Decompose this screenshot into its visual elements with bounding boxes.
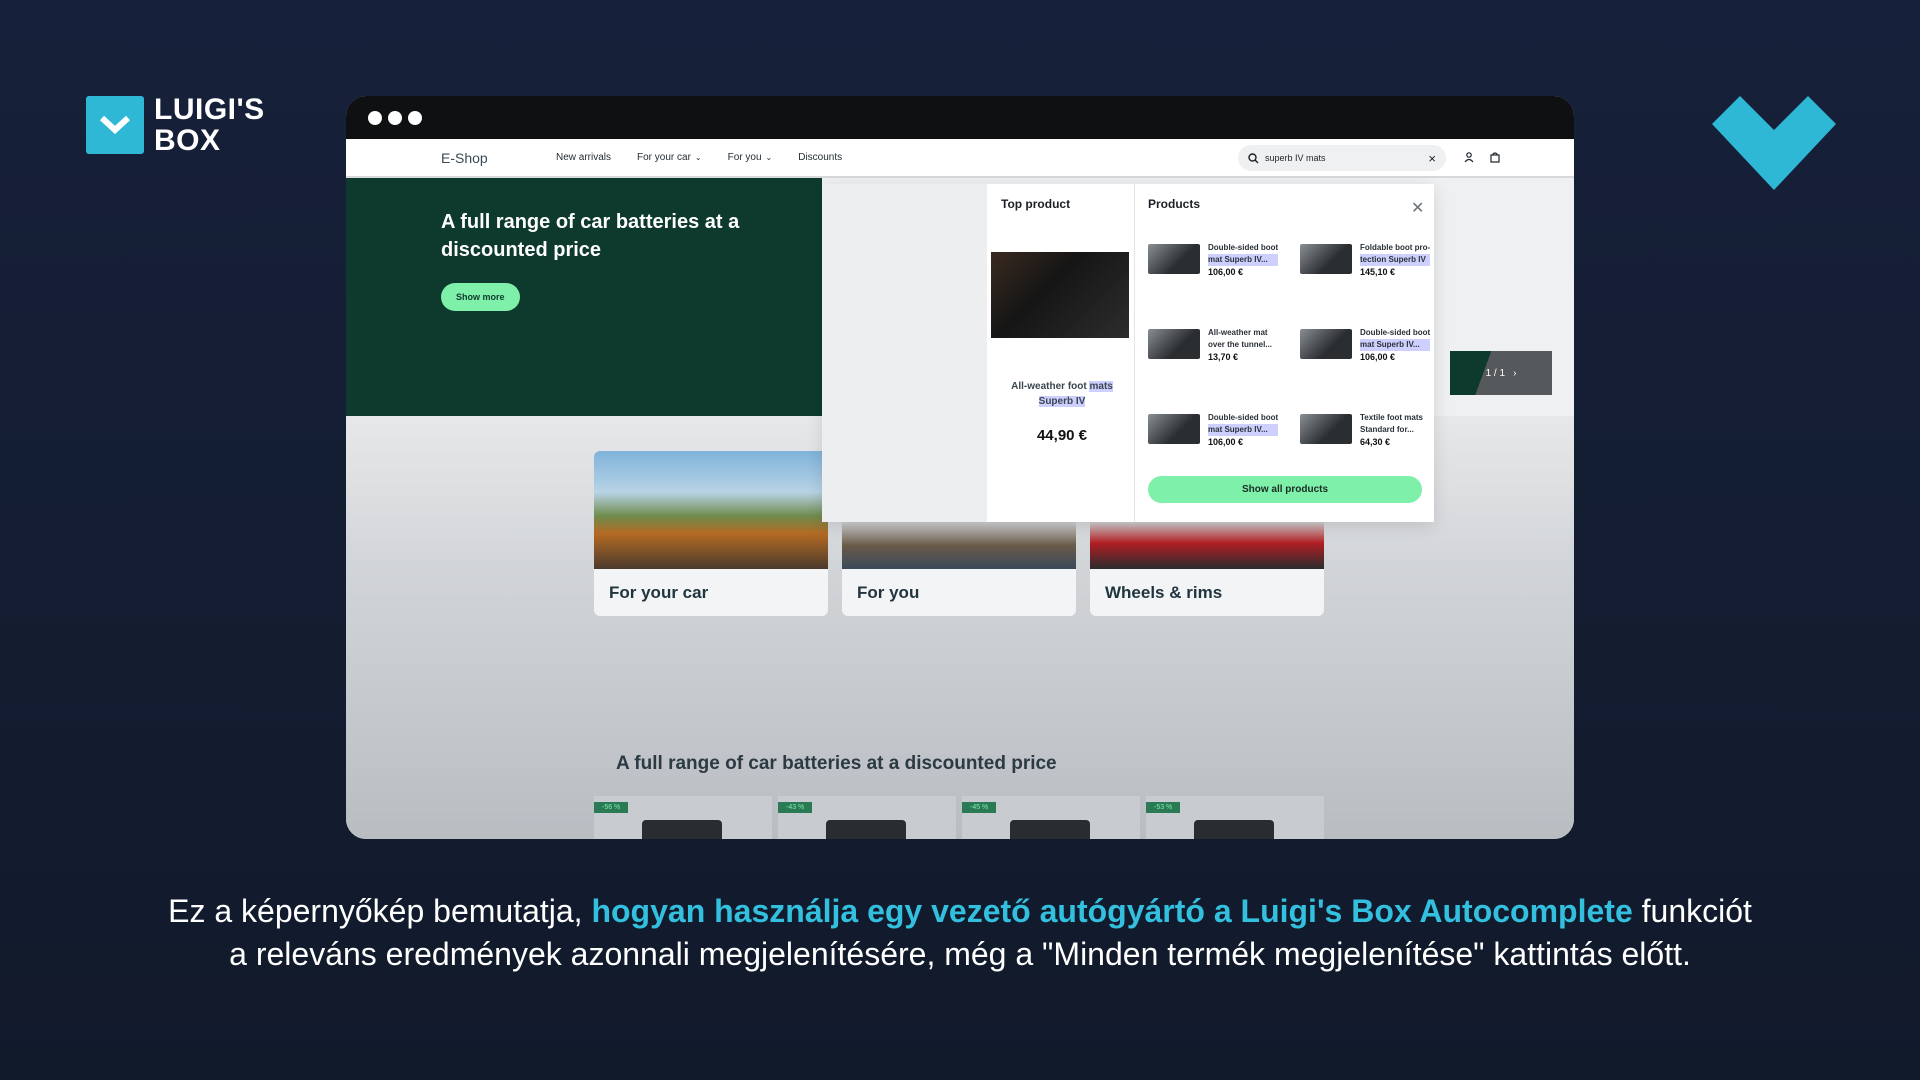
chevron-down-icon: ⌄ — [765, 153, 773, 162]
product-result[interactable]: Textile foot mats Standard for... 64,30 € — [1300, 412, 1440, 448]
battery-image — [1010, 820, 1090, 839]
browser-title-bar — [346, 96, 1574, 139]
car-roofbox-image — [594, 451, 828, 569]
product-result[interactable]: Foldable boot pro-tection Superb IV 145,1… — [1300, 242, 1440, 278]
product-thumbnail — [1148, 329, 1200, 359]
logo-chevron-icon — [86, 96, 144, 154]
shop-logo[interactable]: E-Shop — [441, 150, 488, 166]
search-icon — [1248, 152, 1259, 163]
hero-slider-control[interactable]: 1 / 1 › — [1450, 351, 1552, 395]
nav-for-you[interactable]: For you ⌄ — [728, 152, 773, 163]
close-icon[interactable]: ✕ — [1411, 198, 1424, 218]
slider-counter: 1 / 1 — [1485, 367, 1506, 379]
clear-search-icon[interactable]: × — [1428, 151, 1436, 166]
category-label: Wheels & rims — [1105, 583, 1223, 602]
caption-part1: Ez a képernyőkép bemutatja, — [168, 893, 592, 929]
top-product-name[interactable]: All-weather foot mats Superb IV — [999, 379, 1125, 409]
battery-image — [826, 820, 906, 839]
product-thumbnail — [1300, 244, 1352, 274]
product-thumbnail — [1300, 414, 1352, 444]
battery-product-card[interactable]: -53 % — [1146, 796, 1324, 839]
discount-badge: -56 % — [594, 802, 629, 813]
top-product-panel[interactable]: Top product All-weather foot mats Superb… — [987, 184, 1135, 522]
autocomplete-side-panel — [822, 184, 987, 522]
discount-badge: -45 % — [962, 802, 997, 813]
nav-for-your-car[interactable]: For your car ⌄ — [637, 152, 702, 163]
product-result[interactable]: Double-sided boot mat Superb IV... 106,00 … — [1300, 327, 1440, 363]
category-label: For you — [857, 583, 920, 602]
search-input[interactable]: superb IV mats × — [1238, 145, 1446, 171]
main-nav: New arrivals For your car ⌄ For you ⌄ Disc… — [556, 152, 842, 163]
autocomplete-dropdown: Top product All-weather foot mats Superb… — [822, 184, 1434, 522]
window-dot — [368, 110, 382, 125]
window-dot — [388, 110, 402, 125]
show-more-button[interactable]: Show more — [441, 283, 520, 311]
battery-product-card[interactable]: -43 % — [778, 796, 956, 839]
user-icon[interactable] — [1464, 152, 1474, 163]
hero-title: A full range of car batteries at a disco… — [441, 211, 740, 261]
top-product-image[interactable] — [991, 252, 1129, 338]
chevron-right-icon[interactable]: › — [1513, 368, 1516, 379]
battery-image — [642, 820, 722, 839]
shop-header: E-Shop New arrivals For your car ⌄ For yo… — [346, 139, 1574, 177]
logo-text-line2: BOX — [154, 124, 221, 157]
nav-discounts[interactable]: Discounts — [798, 152, 842, 163]
category-card-for-your-car[interactable]: For your car — [594, 451, 828, 616]
product-thumbnail — [1148, 414, 1200, 444]
hero-banner: A full range of car batteries at a disco… — [346, 178, 822, 416]
product-thumbnail — [1300, 329, 1352, 359]
product-result[interactable]: Double-sided boot mat Superb IV... 106,00 … — [1148, 412, 1288, 448]
discount-badge: -43 % — [778, 802, 813, 813]
product-thumbnail — [1148, 244, 1200, 274]
battery-image — [1194, 820, 1274, 839]
caption-accent: hogyan használja egy vezető autógyártó a… — [591, 893, 1633, 929]
products-heading: Products — [1148, 197, 1201, 211]
window-dot — [408, 110, 422, 125]
chevron-down-icon: ⌄ — [694, 153, 702, 162]
browser-window: A full range of car batteries at a disco… — [346, 96, 1574, 839]
section-title: A full range of car batteries at a disco… — [616, 753, 1057, 774]
top-product-price: 44,90 € — [1036, 427, 1088, 444]
caption-text: Ez a képernyőkép bemutatja, hogyan haszn… — [160, 890, 1760, 976]
battery-product-card[interactable]: -56 % — [594, 796, 772, 839]
logo-text-line1: LUIGI'S — [154, 93, 265, 126]
product-result[interactable]: All-weather mat over the tunnel... 13,70 € — [1148, 327, 1288, 363]
search-query: superb IV mats — [1265, 153, 1326, 163]
luigis-box-logo: LUIGI'S BOX — [86, 94, 265, 156]
product-result[interactable]: Double-sided boot mat Superb IV... 106,00 … — [1148, 242, 1288, 278]
bag-icon[interactable] — [1490, 152, 1500, 163]
nav-new-arrivals[interactable]: New arrivals — [556, 152, 611, 163]
decorative-chevron-icon — [1712, 96, 1836, 190]
header-actions — [1464, 152, 1500, 163]
top-product-heading: Top product — [1001, 197, 1071, 211]
battery-product-card[interactable]: -45 % — [962, 796, 1140, 839]
discount-badge: -53 % — [1146, 802, 1181, 813]
category-label: For your car — [609, 583, 709, 602]
show-all-products-button[interactable]: Show all products — [1148, 476, 1422, 503]
